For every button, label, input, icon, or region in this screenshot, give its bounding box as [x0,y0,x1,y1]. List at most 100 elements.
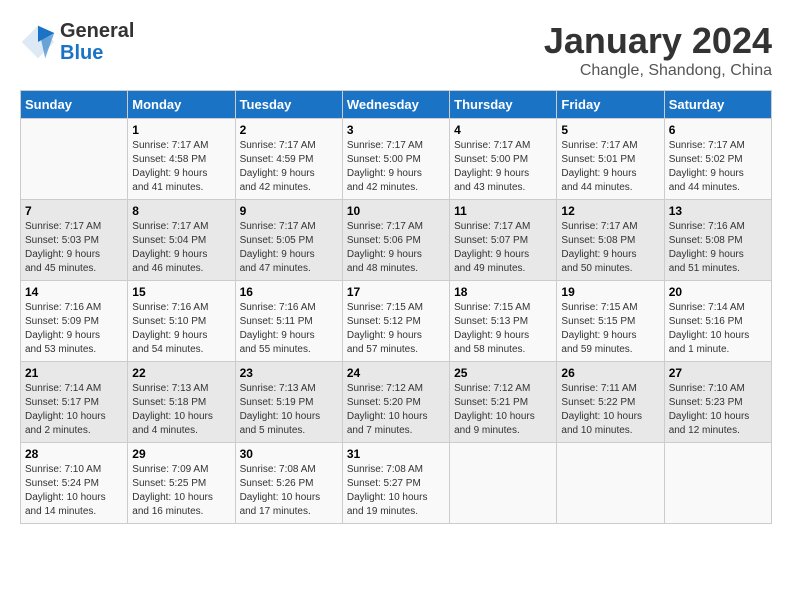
day-number: 21 [25,366,123,380]
day-info: Sunrise: 7:15 AM Sunset: 5:12 PM Dayligh… [347,302,423,355]
logo-blue: Blue [60,42,134,64]
calendar-cell: 10 Sunrise: 7:17 AM Sunset: 5:06 PM Dayli… [342,200,449,281]
calendar-cell: 26Sunrise: 7:11 AM Sunset: 5:22 PM Dayli… [557,362,664,443]
day-number: 2 [240,123,338,137]
main-title: January 2024 [544,20,772,62]
day-number: 29 [132,447,230,461]
header-friday: Friday [557,91,664,119]
day-number: 8 [132,204,230,218]
logo-text: General Blue [60,20,134,64]
day-info: Sunrise: 7:17 AM Sunset: 5:08 PM Dayligh… [561,221,637,274]
day-number: 27 [669,366,767,380]
calendar-cell: 13 Sunrise: 7:16 AM Sunset: 5:08 PM Dayli… [664,200,771,281]
calendar-cell: 22Sunrise: 7:13 AM Sunset: 5:18 PM Dayli… [128,362,235,443]
week-row-3: 14 Sunrise: 7:16 AM Sunset: 5:09 PM Dayli… [21,281,772,362]
day-number: 25 [454,366,552,380]
day-number: 14 [25,285,123,299]
calendar-cell: 12 Sunrise: 7:17 AM Sunset: 5:08 PM Dayli… [557,200,664,281]
day-info: Sunrise: 7:11 AM Sunset: 5:22 PM Dayligh… [561,383,642,436]
day-info: Sunrise: 7:14 AM Sunset: 5:17 PM Dayligh… [25,383,106,436]
day-number: 12 [561,204,659,218]
day-number: 5 [561,123,659,137]
calendar-cell: 27Sunrise: 7:10 AM Sunset: 5:23 PM Dayli… [664,362,771,443]
calendar-cell: 24 Sunrise: 7:12 AM Sunset: 5:20 PM Dayli… [342,362,449,443]
calendar-table: SundayMondayTuesdayWednesdayThursdayFrid… [20,90,772,524]
day-info: Sunrise: 7:16 AM Sunset: 5:10 PM Dayligh… [132,302,208,355]
day-number: 20 [669,285,767,299]
calendar-cell: 19 Sunrise: 7:15 AM Sunset: 5:15 PM Dayli… [557,281,664,362]
day-number: 9 [240,204,338,218]
calendar-cell: 30Sunrise: 7:08 AM Sunset: 5:26 PM Dayli… [235,443,342,524]
calendar-cell: 25 Sunrise: 7:12 AM Sunset: 5:21 PM Dayli… [450,362,557,443]
day-number: 28 [25,447,123,461]
day-info: Sunrise: 7:17 AM Sunset: 5:03 PM Dayligh… [25,221,101,274]
header-sunday: Sunday [21,91,128,119]
week-row-2: 7Sunrise: 7:17 AM Sunset: 5:03 PM Daylig… [21,200,772,281]
day-number: 16 [240,285,338,299]
day-number: 1 [132,123,230,137]
calendar-cell: 28Sunrise: 7:10 AM Sunset: 5:24 PM Dayli… [21,443,128,524]
header-saturday: Saturday [664,91,771,119]
calendar-cell: 21 Sunrise: 7:14 AM Sunset: 5:17 PM Dayli… [21,362,128,443]
day-info: Sunrise: 7:17 AM Sunset: 5:02 PM Dayligh… [669,140,745,193]
day-info: Sunrise: 7:17 AM Sunset: 5:07 PM Dayligh… [454,221,530,274]
day-info: Sunrise: 7:16 AM Sunset: 5:11 PM Dayligh… [240,302,316,355]
day-number: 11 [454,204,552,218]
day-number: 17 [347,285,445,299]
calendar-cell: 16 Sunrise: 7:16 AM Sunset: 5:11 PM Dayli… [235,281,342,362]
day-info: Sunrise: 7:15 AM Sunset: 5:15 PM Dayligh… [561,302,637,355]
day-number: 18 [454,285,552,299]
day-info: Sunrise: 7:16 AM Sunset: 5:08 PM Dayligh… [669,221,745,274]
day-info: Sunrise: 7:17 AM Sunset: 5:06 PM Dayligh… [347,221,423,274]
week-row-1: 1 Sunrise: 7:17 AM Sunset: 4:58 PM Daylig… [21,119,772,200]
day-number: 6 [669,123,767,137]
day-info: Sunrise: 7:12 AM Sunset: 5:20 PM Dayligh… [347,383,428,436]
day-number: 22 [132,366,230,380]
day-info: Sunrise: 7:17 AM Sunset: 5:00 PM Dayligh… [347,140,423,193]
calendar-cell: 29 Sunrise: 7:09 AM Sunset: 5:25 PM Dayli… [128,443,235,524]
calendar-cell [450,443,557,524]
day-info: Sunrise: 7:13 AM Sunset: 5:19 PM Dayligh… [240,383,321,436]
header-thursday: Thursday [450,91,557,119]
day-number: 19 [561,285,659,299]
day-info: Sunrise: 7:12 AM Sunset: 5:21 PM Dayligh… [454,383,535,436]
calendar-cell: 5 Sunrise: 7:17 AM Sunset: 5:01 PM Daylig… [557,119,664,200]
calendar-cell [664,443,771,524]
calendar-cell: 20Sunrise: 7:14 AM Sunset: 5:16 PM Dayli… [664,281,771,362]
calendar-cell: 4 Sunrise: 7:17 AM Sunset: 5:00 PM Daylig… [450,119,557,200]
day-info: Sunrise: 7:17 AM Sunset: 5:05 PM Dayligh… [240,221,316,274]
day-info: Sunrise: 7:17 AM Sunset: 5:01 PM Dayligh… [561,140,637,193]
day-number: 23 [240,366,338,380]
header-wednesday: Wednesday [342,91,449,119]
subtitle: Changle, Shandong, China [544,62,772,80]
day-info: Sunrise: 7:17 AM Sunset: 5:00 PM Dayligh… [454,140,530,193]
day-number: 15 [132,285,230,299]
day-info: Sunrise: 7:17 AM Sunset: 4:58 PM Dayligh… [132,140,208,193]
day-number: 3 [347,123,445,137]
calendar-cell: 1 Sunrise: 7:17 AM Sunset: 4:58 PM Daylig… [128,119,235,200]
day-number: 4 [454,123,552,137]
calendar-cell: 15 Sunrise: 7:16 AM Sunset: 5:10 PM Dayli… [128,281,235,362]
title-section: January 2024 Changle, Shandong, China [544,20,772,80]
calendar-cell: 6 Sunrise: 7:17 AM Sunset: 5:02 PM Daylig… [664,119,771,200]
calendar-cell [557,443,664,524]
week-row-5: 28Sunrise: 7:10 AM Sunset: 5:24 PM Dayli… [21,443,772,524]
calendar-cell: 3 Sunrise: 7:17 AM Sunset: 5:00 PM Daylig… [342,119,449,200]
week-row-4: 21 Sunrise: 7:14 AM Sunset: 5:17 PM Dayli… [21,362,772,443]
calendar-cell: 8Sunrise: 7:17 AM Sunset: 5:04 PM Daylig… [128,200,235,281]
day-info: Sunrise: 7:09 AM Sunset: 5:25 PM Dayligh… [132,464,213,517]
calendar-header-row: SundayMondayTuesdayWednesdayThursdayFrid… [21,91,772,119]
calendar-cell: 14 Sunrise: 7:16 AM Sunset: 5:09 PM Dayli… [21,281,128,362]
day-number: 31 [347,447,445,461]
calendar-cell: 11 Sunrise: 7:17 AM Sunset: 5:07 PM Dayli… [450,200,557,281]
logo: General Blue [20,20,134,64]
day-info: Sunrise: 7:08 AM Sunset: 5:26 PM Dayligh… [240,464,321,517]
day-number: 13 [669,204,767,218]
calendar-cell: 17 Sunrise: 7:15 AM Sunset: 5:12 PM Dayli… [342,281,449,362]
day-number: 24 [347,366,445,380]
day-number: 10 [347,204,445,218]
header-tuesday: Tuesday [235,91,342,119]
day-info: Sunrise: 7:16 AM Sunset: 5:09 PM Dayligh… [25,302,101,355]
logo-general: General [60,20,134,42]
header-monday: Monday [128,91,235,119]
